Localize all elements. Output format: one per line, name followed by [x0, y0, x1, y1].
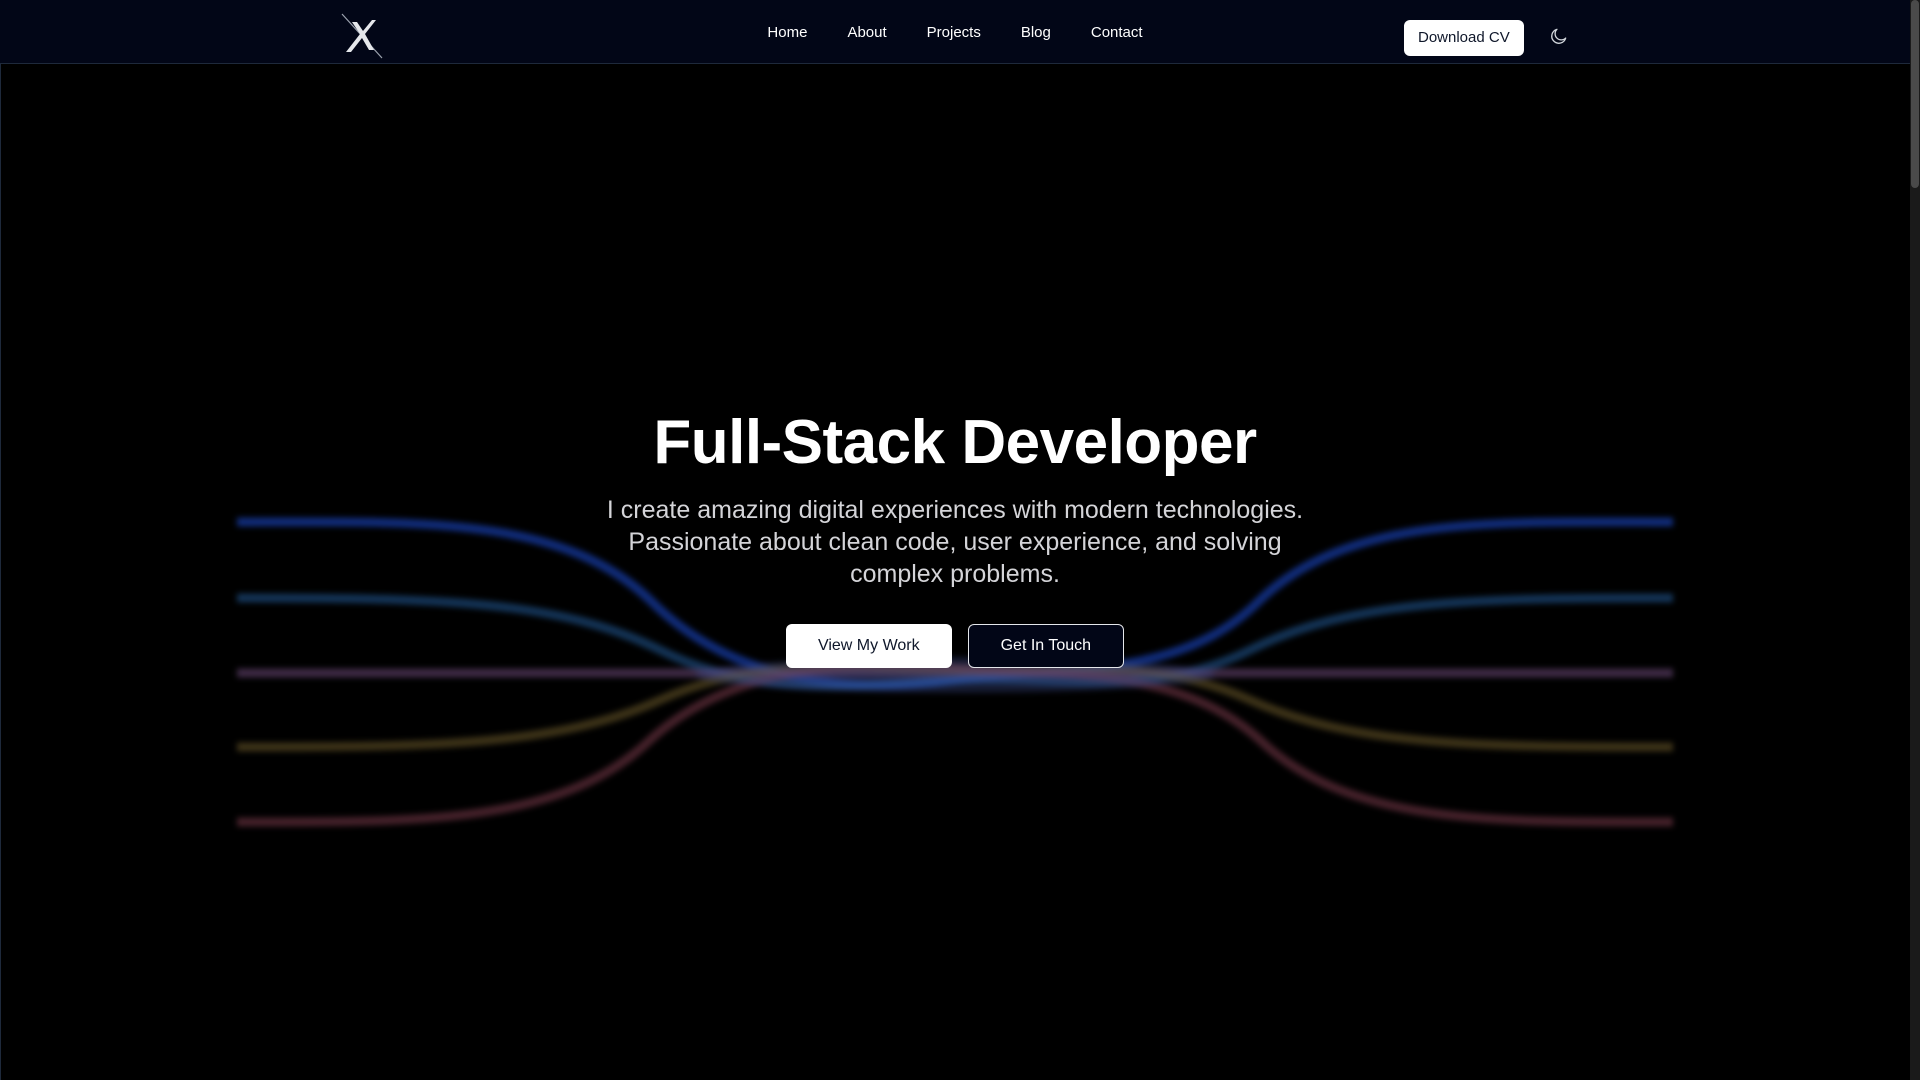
hero-section: Full-Stack Developer I create amazing di… — [0, 400, 1910, 668]
page: Home About Projects Blog Contact Downloa… — [0, 0, 1920, 1080]
theme-toggle-button[interactable] — [1546, 24, 1572, 50]
nav-about[interactable]: About — [847, 24, 886, 41]
moon-icon — [1551, 28, 1567, 44]
site-header: Home About Projects Blog Contact Downloa… — [0, 0, 1910, 64]
main-nav: Home About Projects Blog Contact — [0, 0, 1910, 64]
get-in-touch-button[interactable]: Get In Touch — [967, 624, 1125, 668]
hero-subtitle-line: I create amazing digital experiences wit… — [606, 496, 1304, 524]
download-cv-button[interactable]: Download CV — [1404, 20, 1524, 56]
hero-subtitle: I create amazing digital experiences wit… — [585, 494, 1325, 590]
nav-home[interactable]: Home — [767, 24, 807, 41]
hero-title: Full-Stack Developer — [653, 408, 1257, 477]
scrollbar-thumb[interactable] — [1911, 0, 1919, 188]
nav-projects[interactable]: Projects — [927, 24, 981, 41]
view-my-work-button[interactable]: View My Work — [785, 624, 952, 668]
nav-contact[interactable]: Contact — [1091, 24, 1143, 41]
nav-blog[interactable]: Blog — [1021, 24, 1051, 41]
hero-subtitle-line: complex problems. — [850, 560, 1060, 588]
x-logo-icon[interactable] — [338, 12, 386, 60]
cta-row: View My Work Get In Touch — [0, 624, 1910, 668]
hero-subtitle-line: Passionate about clean code, user experi… — [628, 528, 1282, 556]
